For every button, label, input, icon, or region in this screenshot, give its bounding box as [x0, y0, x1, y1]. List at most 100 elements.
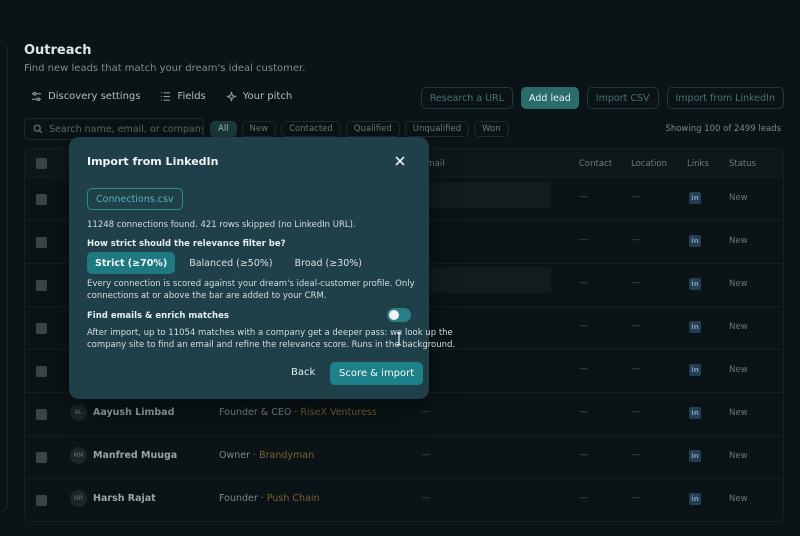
select-all-checkbox[interactable]: [36, 158, 47, 169]
linkedin-icon[interactable]: in: [689, 235, 701, 247]
role-text: Founder & CEO ·: [219, 407, 301, 418]
table-row[interactable]: MM Manfred Muuga Owner · Brandyman — — — in New: [25, 435, 783, 478]
linkedin-icon[interactable]: in: [689, 364, 701, 376]
lead-role: Founder · Push Chain: [219, 493, 320, 504]
row-checkbox[interactable]: [36, 280, 47, 291]
email-empty: —: [421, 450, 430, 460]
enrich-label: Find emails & enrich matches: [87, 311, 229, 321]
company-link[interactable]: RiseX Venturess: [300, 407, 376, 418]
option-strict[interactable]: Strict (≥70%): [87, 252, 176, 274]
row-checkbox[interactable]: [36, 409, 47, 420]
row-checkbox[interactable]: [36, 237, 47, 248]
strictness-question: How strict should the relevance filter b…: [87, 239, 286, 249]
fields-label: Fields: [177, 91, 206, 102]
company-link[interactable]: Brandyman: [259, 450, 314, 461]
location-empty: —: [631, 235, 640, 245]
location-empty: —: [631, 278, 640, 288]
fields-button[interactable]: Fields: [160, 91, 206, 102]
discovery-settings-button[interactable]: Discovery settings: [31, 91, 140, 102]
filter-all[interactable]: All: [210, 121, 237, 137]
row-checkbox[interactable]: [36, 194, 47, 205]
add-lead-button[interactable]: Add lead: [521, 87, 579, 109]
status-badge: New: [729, 322, 748, 332]
email-empty: —: [421, 407, 430, 417]
research-url-button[interactable]: Research a URL: [420, 87, 514, 109]
location-empty: —: [631, 364, 640, 374]
lead-name[interactable]: Aayush Limbad: [93, 407, 174, 418]
file-name-button[interactable]: Connections.csv: [87, 188, 183, 210]
fields-icon: [161, 92, 171, 101]
location-empty: —: [631, 321, 640, 331]
row-checkbox[interactable]: [36, 366, 47, 377]
location-empty: —: [631, 493, 640, 503]
contact-empty: —: [579, 235, 588, 245]
header-status: Status: [729, 159, 757, 169]
filter-new[interactable]: New: [241, 121, 277, 137]
back-button[interactable]: Back: [291, 367, 315, 378]
filter-qualified[interactable]: Qualified: [345, 121, 400, 137]
status-badge: New: [729, 408, 748, 418]
action-buttons: Research a URL Add lead Import CSV Impor…: [420, 87, 784, 109]
contact-empty: —: [579, 192, 588, 202]
sparkle-icon: [226, 91, 236, 102]
import-summary: 11248 connections found. 421 rows skippe…: [87, 220, 356, 230]
email-empty: —: [421, 493, 430, 503]
header-links: Links: [687, 159, 709, 169]
settings-bar: Discovery settings Fields Your pitch: [31, 91, 292, 102]
lead-name[interactable]: Manfred Muuga: [93, 450, 177, 461]
linkedin-icon[interactable]: in: [689, 278, 701, 290]
linkedin-icon[interactable]: in: [689, 407, 701, 419]
option-balanced[interactable]: Balanced (≥50%): [181, 252, 280, 274]
scoring-text-line2: connections at or above the bar are adde…: [87, 291, 327, 301]
page-title: Outreach: [24, 43, 92, 58]
option-broad[interactable]: Broad (≥30%): [287, 252, 370, 274]
status-badge: New: [729, 236, 748, 246]
strictness-selector: Strict (≥70%) Balanced (≥50%) Broad (≥30…: [87, 252, 370, 274]
contact-empty: —: [579, 407, 588, 417]
sliders-icon: [31, 91, 42, 102]
scoring-text-line1: Every connection is scored against your …: [87, 279, 415, 289]
contact-empty: —: [579, 493, 588, 503]
filter-unqualified[interactable]: Unqualified: [404, 121, 470, 137]
results-count: Showing 100 of 2499 leads: [665, 124, 781, 134]
close-icon[interactable]: [392, 153, 408, 169]
status-badge: New: [729, 494, 748, 504]
linkedin-icon[interactable]: in: [689, 493, 701, 505]
your-pitch-button[interactable]: Your pitch: [226, 91, 292, 102]
linkedin-icon[interactable]: in: [689, 450, 701, 462]
search-icon: [33, 124, 43, 134]
filter-contacted[interactable]: Contacted: [281, 121, 341, 137]
contact-empty: —: [579, 321, 588, 331]
status-filters: All New Contacted Qualified Unqualified …: [210, 121, 509, 137]
page-subtitle: Find new leads that match your dream's i…: [24, 63, 306, 74]
header-contact: Contact: [579, 159, 613, 169]
row-checkbox[interactable]: [36, 495, 47, 506]
search-placeholder: Search name, email, or company: [49, 123, 204, 135]
import-csv-button[interactable]: Import CSV: [586, 87, 659, 109]
import-linkedin-button[interactable]: Import from LinkedIn: [666, 87, 784, 109]
table-row[interactable]: HR Harsh Rajat Founder · Push Chain — — — in Ne…: [25, 478, 783, 521]
contact-empty: —: [579, 364, 588, 374]
location-empty: —: [631, 407, 640, 417]
avatar: MM: [70, 447, 87, 464]
toggle-knob: [389, 310, 399, 320]
row-checkbox[interactable]: [36, 452, 47, 463]
discovery-settings-label: Discovery settings: [48, 91, 141, 102]
your-pitch-label: Your pitch: [242, 91, 293, 102]
linkedin-icon[interactable]: in: [689, 321, 701, 333]
score-import-button[interactable]: Score & import: [330, 362, 424, 385]
lead-name[interactable]: Harsh Rajat: [93, 493, 156, 504]
header-location: Location: [631, 159, 667, 169]
enrich-toggle[interactable]: [387, 308, 411, 322]
contact-empty: —: [579, 450, 588, 460]
dialog-title: Import from LinkedIn: [87, 155, 219, 168]
filter-won[interactable]: Won: [474, 121, 509, 137]
linkedin-icon[interactable]: in: [689, 192, 701, 204]
status-badge: New: [729, 193, 748, 203]
company-link[interactable]: Push Chain: [267, 493, 320, 504]
role-text: Owner ·: [219, 450, 260, 461]
status-badge: New: [729, 365, 748, 375]
lead-role: Founder & CEO · RiseX Venturess: [219, 407, 377, 418]
row-checkbox[interactable]: [36, 323, 47, 334]
status-badge: New: [729, 451, 748, 461]
